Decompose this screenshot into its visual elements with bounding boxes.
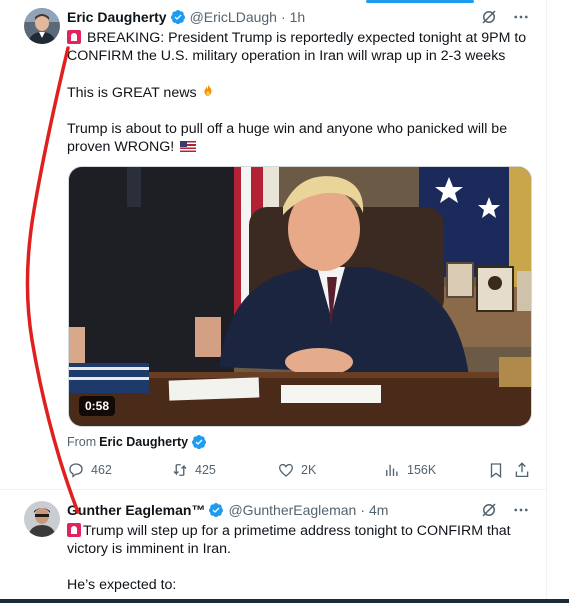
author-handle[interactable]: @GuntherEagleman [228,502,356,518]
tweet-line: CONFIRM the U.S. military operation in I… [67,48,506,64]
tweet-line: proven WRONG! [67,139,175,155]
repost-button[interactable]: 425 [171,460,216,480]
share-button[interactable] [513,460,531,480]
tweet[interactable]: Eric Daugherty @EricLDaugh · 1h BREAKING… [0,0,546,490]
reply-icon [69,463,83,478]
like-icon [278,463,294,477]
author-handle[interactable]: @EricLDaugh [190,9,277,25]
video-player[interactable]: 0:58 [68,166,532,427]
tweet-text: BREAKING: President Trump is reportedly … [67,29,534,156]
separator-dot: · [280,9,286,25]
tweet-line: BREAKING: President Trump is reportedly … [86,30,527,46]
video-thumbnail [69,167,531,426]
siren-emoji [67,523,81,537]
views-button[interactable]: 156K [383,460,436,480]
repost-count: 425 [195,463,216,477]
avatar-image [24,8,60,44]
action-bar: 462 425 2K 156K [67,460,534,480]
tweet-line: Trump is about to pull off a huge win an… [67,121,508,137]
more-icon[interactable] [512,501,530,519]
view-count: 156K [407,463,437,477]
reply-count: 462 [91,463,112,477]
repost-icon [173,464,187,476]
verified-badge-icon [192,435,207,450]
grok-icon[interactable] [480,8,498,26]
more-icon[interactable] [512,8,530,26]
timeline-border [546,0,547,603]
bookmark-button[interactable] [487,460,505,480]
grok-icon[interactable] [480,501,498,519]
fire-emoji [201,83,215,102]
avatar[interactable] [24,8,60,44]
reply-button[interactable]: 462 [67,460,112,480]
video-source-attribution: From Eric Daugherty [67,434,207,450]
separator-dot: · [360,502,365,518]
like-count: 2K [301,463,317,477]
author-name[interactable]: Gunther Eagleman™ [67,502,205,518]
video-duration: 0:58 [79,396,116,416]
from-label: From [67,435,97,449]
verified-badge-icon [209,503,224,518]
tweet[interactable]: Gunther Eagleman™ @GuntherEagleman · 4m … [0,491,546,599]
siren-emoji [67,30,81,44]
avatar-image [24,501,60,537]
timestamp[interactable]: 4m [369,502,388,518]
share-icon [515,462,529,478]
verified-badge-icon [170,10,185,25]
tweet-line: Trump will step up for a primetime addre… [83,523,511,539]
us-flag-emoji [180,141,197,152]
tweet-line: This is GREAT news [67,85,197,101]
tweet-line: victory is imminent in Iran. [67,541,231,557]
from-author-name[interactable]: Eric Daugherty [99,435,188,449]
tweet-line: He’s expected to: [67,577,177,593]
bookmark-icon [490,463,502,479]
tweet-text: Trump will step up for a primetime addre… [67,522,534,594]
timestamp[interactable]: 1h [290,9,306,25]
author-name[interactable]: Eric Daugherty [67,9,167,25]
like-button[interactable]: 2K [277,460,316,480]
avatar[interactable] [24,501,60,537]
views-icon [386,464,398,476]
bottom-bar [0,599,569,603]
